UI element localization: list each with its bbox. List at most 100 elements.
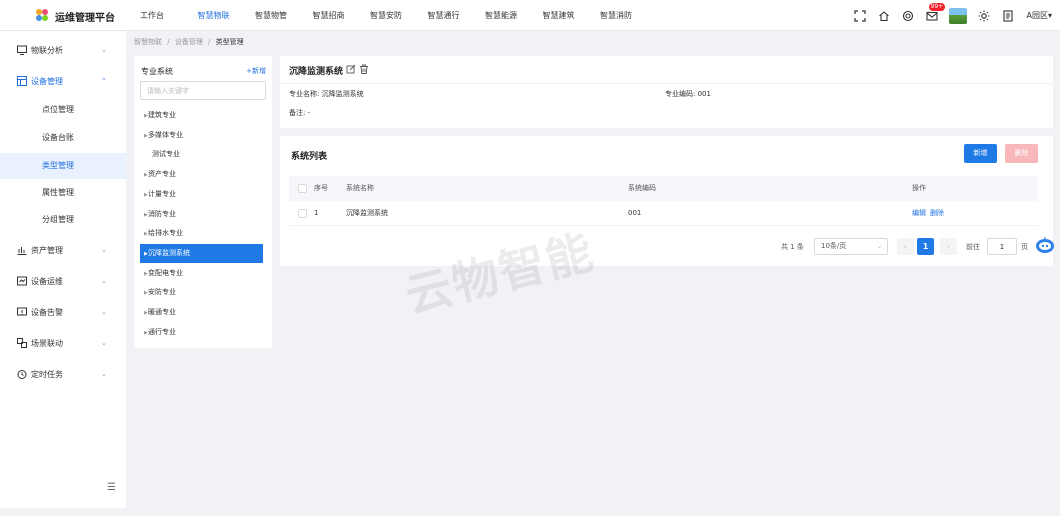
tree-node[interactable]: ▶通行专业 [140,323,263,342]
tree-node-label: 沉降监测系统 [148,248,190,257]
sidebar-item-label: 资产管理 [31,245,63,255]
delete-icon[interactable] [359,64,369,74]
sidebar-subitem-point-management[interactable]: 点位管理 [0,97,126,123]
tree-node[interactable]: ▶计量专业 [140,185,263,204]
edit-icon[interactable] [346,64,356,74]
nav-smart-access[interactable]: 智慧通行 [428,0,486,31]
sidebar-item-label: 物联分析 [31,45,63,55]
chevron-down-icon: ⌄ [101,46,107,54]
fullscreen-icon[interactable] [853,9,867,23]
sidebar-subitem-device-ledger[interactable]: 设备台账 [0,125,126,151]
tree-node[interactable]: 测试专业 [140,145,263,164]
tree-add-button[interactable]: +新增 [246,66,266,76]
sidebar-subitem-attribute-management[interactable]: 属性管理 [0,180,126,206]
caret-right-icon[interactable]: ▶ [140,324,148,343]
tree-node-label: 多媒体专业 [148,130,183,139]
sidebar-subitem-label: 点位管理 [42,105,74,114]
caret-right-icon[interactable]: ▶ [140,186,148,205]
area-selector[interactable]: A园区▾ [1027,10,1053,21]
next-page-button[interactable]: › [940,238,957,255]
sidebar-item-device-management[interactable]: 设备管理 ⌃ [0,68,126,94]
delete-link[interactable]: 删除 [930,209,944,217]
theme-icon[interactable] [977,9,991,23]
sidebar-item-device-alarm[interactable]: 设备告警 ⌄ [0,299,126,325]
tree-search-input[interactable] [140,81,266,100]
list-title: 系统列表 [291,152,328,162]
nav-smart-investment[interactable]: 智慧招商 [313,0,371,31]
nav-smart-security[interactable]: 智慧安防 [370,0,428,31]
chevron-down-icon: ⌄ [101,246,107,254]
field-value: 001 [697,90,711,98]
caret-right-icon[interactable]: ▶ [140,225,148,244]
row-checkbox[interactable] [298,209,307,218]
sidebar-subitem-type-management[interactable]: 类型管理 [0,153,126,179]
profession-code-field: 专业编码: 001 [665,89,711,99]
field-value: - [307,109,311,117]
sidebar-item-scheduled-task[interactable]: 定时任务 ⌄ [0,361,126,387]
nav-smart-property[interactable]: 智慧物管 [255,0,313,31]
device-icon [17,76,27,86]
assistant-robot-icon[interactable] [1035,236,1055,254]
sidebar-subitem-group-management[interactable]: 分组管理 [0,207,126,233]
chevron-down-icon: ▾ [1047,11,1052,20]
caret-right-icon[interactable]: ▶ [140,304,148,323]
sidebar-item-scene-linkage[interactable]: 场景联动 ⌄ [0,330,126,356]
page-size-select[interactable]: 10条/页 ⌄ [814,238,888,255]
remark-field: 备注: - [289,108,310,118]
page-suffix: 页 [1021,243,1028,251]
settings-icon[interactable] [901,9,915,23]
tree-title: 专业系统 [141,67,173,76]
document-icon[interactable] [1001,9,1015,23]
nav-workbench[interactable]: 工作台 [140,0,198,31]
goto-page-input[interactable] [987,238,1017,255]
chevron-down-icon: ⌄ [101,339,107,347]
caret-right-icon[interactable]: ▶ [140,206,148,225]
row-actions: 编辑 删除 [912,201,948,226]
tree-node[interactable]: ▶建筑专业 [140,106,263,125]
caret-right-icon[interactable]: ▶ [140,284,148,303]
prev-page-button[interactable]: ‹ [897,238,914,255]
tree-node[interactable]: ▶消防专业 [140,205,263,224]
edit-link[interactable]: 编辑 [912,209,926,217]
caret-right-icon[interactable]: ▶ [140,166,148,185]
chevron-down-icon: ⌄ [101,308,107,316]
select-all-checkbox[interactable] [298,184,307,193]
alarm-icon [17,307,27,316]
app-logo-icon [36,9,48,21]
nav-smart-iot[interactable]: 智慧物联 [198,0,256,31]
row-system-name: 沉降监测系统 [346,209,388,217]
nav-smart-energy[interactable]: 智慧能源 [485,0,543,31]
caret-right-icon[interactable]: ▶ [140,107,148,126]
current-page-button[interactable]: 1 [917,238,934,255]
field-value: 沉降监测系统 [321,90,364,98]
breadcrumb-item[interactable]: 设备管理 [175,38,203,46]
delete-button[interactable]: 删除 [1005,144,1038,163]
tree-node-label: 建筑专业 [148,111,176,119]
tree-node[interactable]: ▶变配电专业 [140,264,263,283]
nav-smart-building[interactable]: 智慧建筑 [543,0,601,31]
tree-node[interactable]: ▶沉降监测系统 [140,243,263,264]
nav-smart-fire[interactable]: 智慧消防 [600,0,658,31]
tree-node[interactable]: ▶暖通专业 [140,303,263,322]
collapse-sidebar-icon[interactable]: ☰ [107,482,116,493]
sidebar-item-device-maintenance[interactable]: 设备运维 ⌄ [0,268,126,294]
tree-node[interactable]: ▶资产专业 [140,165,263,184]
caret-right-icon[interactable]: ▶ [140,245,148,264]
sidebar-item-asset-management[interactable]: 资产管理 ⌄ [0,237,126,263]
caret-right-icon[interactable]: ▶ [140,127,148,146]
tree-node[interactable]: ▶多媒体专业 [140,126,263,145]
monitor-icon [17,45,27,55]
sidebar-item-iot-analysis[interactable]: 物联分析 ⌄ [0,37,126,63]
mail-icon[interactable]: 99+ [925,2,946,23]
tree-node[interactable]: ▶安防专业 [140,283,263,302]
caret-right-icon[interactable]: ▶ [140,265,148,284]
home-icon[interactable] [877,9,891,23]
avatar[interactable] [948,7,967,24]
sidebar-subitem-label: 设备台账 [42,133,74,142]
scene-icon [17,338,27,348]
new-button[interactable]: 新增 [964,144,997,163]
field-label: 备注: [289,109,306,117]
tree-node[interactable]: ▶给排水专业 [140,224,263,243]
breadcrumb-item[interactable]: 智慧物联 [134,38,162,46]
pagination-total: 共 1 条 [781,243,804,251]
